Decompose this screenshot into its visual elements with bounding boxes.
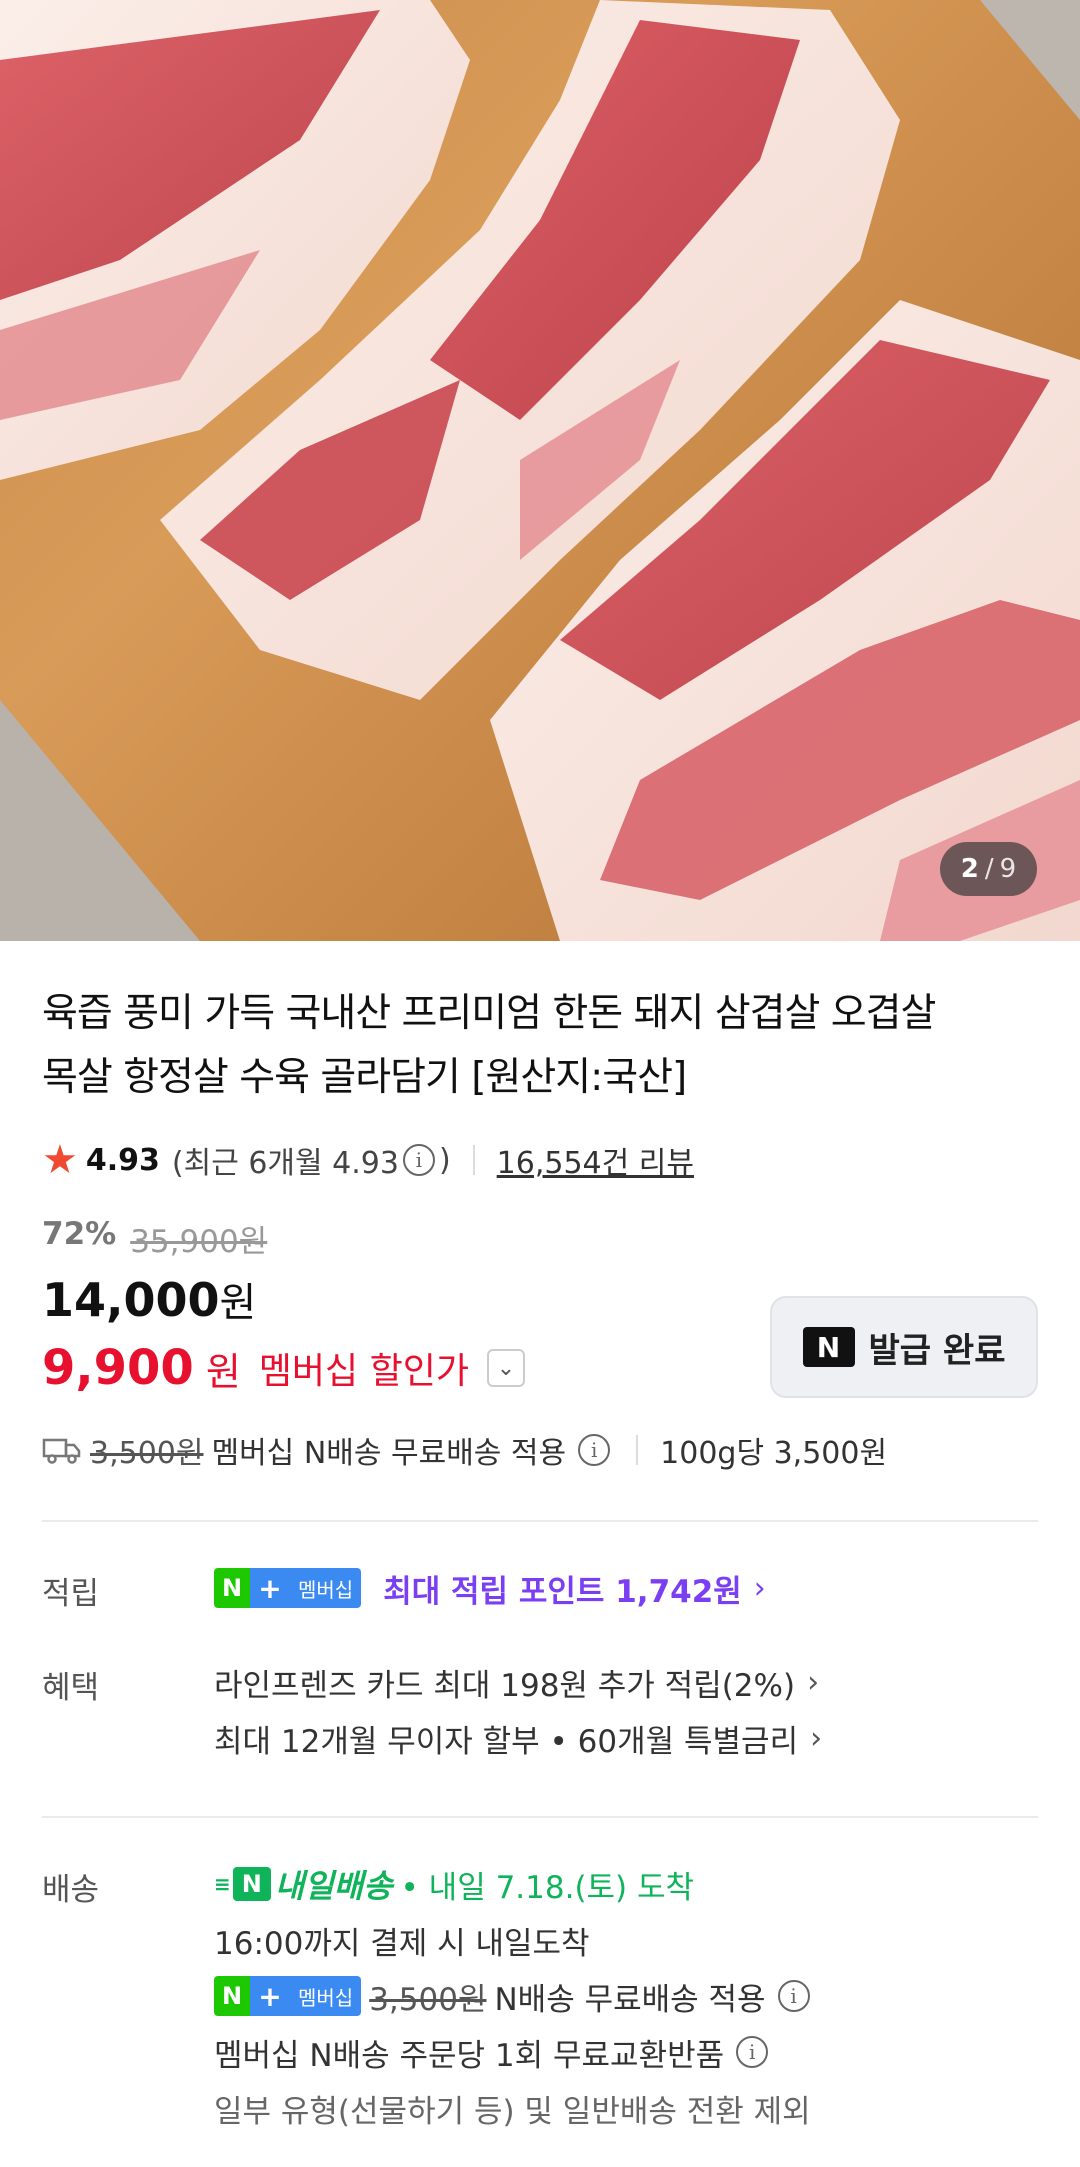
truck-icon <box>42 1438 81 1464</box>
benefit-installment[interactable]: 최대 12개월 무이자 할부 • 60개월 특별금리 › <box>214 1710 822 1766</box>
pork-belly-image <box>0 0 1080 941</box>
rating-row: ★ 4.93 (최근 6개월 4.93 i ) 16,554건 리뷰 <box>42 1137 694 1183</box>
delivery-label: 배송 <box>42 1872 100 1908</box>
discount-row: 72% 35,900원 <box>42 1216 267 1261</box>
member-price-unit: 원 <box>205 1349 241 1394</box>
product-title: 육즙 풍미 가득 국내산 프리미엄 한돈 돼지 삼겹살 오겹살 목살 항정살 수… <box>42 982 1042 1110</box>
max-points-text: 최대 적립 포인트 1,742원 <box>383 1573 742 1610</box>
section-divider <box>42 1816 1038 1818</box>
product-image-carousel[interactable]: 2 / 9 <box>0 0 1080 941</box>
chevron-right-icon: › <box>807 1664 820 1700</box>
membership-badge-text: 멤버십 <box>290 1976 362 2016</box>
sale-price: 14,000원 <box>42 1270 256 1328</box>
member-price-label: 멤버십 할인가 <box>258 1351 469 1392</box>
product-title-line2: 목살 항정살 수육 골라담기 [원산지:국산] <box>42 1055 687 1100</box>
delivery-cutoff: 16:00까지 결제 시 내일도착 <box>214 1925 590 1962</box>
naver-n-icon: N <box>214 1568 250 1608</box>
benefit-line1: 라인프렌즈 카드 최대 198원 추가 적립(2%) <box>214 1667 796 1704</box>
delivery-fee-text: N배송 무료배송 적용 <box>494 1981 766 2018</box>
delivery-info: ≡ N 내일배송 • 내일 7.18.(토) 도착 16:00까지 결제 시 내… <box>214 1856 814 2136</box>
member-price-amount: 9,900 <box>42 1340 194 1396</box>
chevron-down-icon[interactable]: ⌄ <box>486 1349 525 1387</box>
delivery-exclusion: 일부 유형(선물하기 등) 및 일반배송 전환 제외 <box>214 2093 811 2130</box>
image-counter-current: 2 <box>960 854 979 884</box>
coupon-issued-button[interactable]: N 발급 완료 <box>770 1296 1038 1398</box>
member-price-row[interactable]: 9,900 원 멤버십 할인가 ⌄ <box>42 1340 525 1396</box>
delivery-eta: • 내일 7.18.(토) 도착 <box>400 1869 695 1906</box>
chevron-right-icon: › <box>810 1720 823 1756</box>
section-divider <box>42 1520 1038 1522</box>
info-icon[interactable]: i <box>736 2036 769 2068</box>
shipping-summary: 3,500원 멤버십 N배송 무료배송 적용 i 100g당 3,500원 <box>42 1428 887 1472</box>
naver-n-icon: N <box>232 1867 271 1901</box>
membership-badge-text: 멤버십 <box>290 1568 362 1608</box>
plus-icon: + <box>250 1568 290 1608</box>
rating-recent-suffix: ) <box>438 1142 451 1178</box>
review-count-link[interactable]: 16,554건 리뷰 <box>497 1138 694 1182</box>
benefit-line2: 최대 12개월 무이자 할부 • 60개월 특별금리 <box>214 1723 799 1760</box>
benefit-card-points[interactable]: 라인프렌즈 카드 최대 198원 추가 적립(2%) › <box>214 1654 822 1710</box>
points-label: 적립 <box>42 1576 100 1612</box>
product-title-line1: 육즙 풍미 가득 국내산 프리미엄 한돈 돼지 삼겹살 오겹살 <box>42 991 936 1036</box>
tomorrow-delivery-logo: ≡ N 내일배송 <box>214 1861 393 1907</box>
points-row[interactable]: N + 멤버십 최대 적립 포인트 1,742원 › <box>214 1560 766 1616</box>
sale-price-unit: 원 <box>219 1280 257 1326</box>
coupon-button-label: 발급 완료 <box>868 1330 1006 1371</box>
info-icon[interactable]: i <box>777 1980 810 2012</box>
image-counter-total: 9 <box>999 854 1017 884</box>
naver-n-icon: N <box>802 1327 855 1367</box>
speed-lines-icon: ≡ <box>214 1872 231 1896</box>
divider <box>636 1435 639 1465</box>
naver-n-icon: N <box>214 1976 250 2016</box>
sale-price-amount: 14,000 <box>42 1273 220 1327</box>
plus-icon: + <box>250 1976 290 2016</box>
star-icon: ★ <box>42 1137 78 1183</box>
image-counter-separator: / <box>984 854 994 884</box>
membership-badge: N + 멤버십 <box>214 1976 362 2016</box>
rating-recent-prefix: (최근 6개월 4.93 <box>171 1146 399 1181</box>
discount-percent: 72% <box>42 1216 117 1252</box>
info-icon[interactable]: i <box>578 1434 611 1466</box>
image-counter: 2 / 9 <box>940 842 1037 896</box>
rating-score: 4.93 <box>85 1142 160 1178</box>
chevron-right-icon: › <box>753 1570 766 1606</box>
membership-badge: N + 멤버십 <box>214 1568 362 1608</box>
divider <box>472 1145 475 1175</box>
benefit-list: 라인프렌즈 카드 최대 198원 추가 적립(2%) › 최대 12개월 무이자… <box>214 1654 822 1766</box>
delivery-exchange: 멤버십 N배송 주문당 1회 무료교환반품 <box>214 2037 725 2074</box>
info-icon[interactable]: i <box>402 1144 435 1176</box>
original-price: 35,900원 <box>130 1224 268 1260</box>
delivery-original-fee: 3,500원 <box>369 1981 487 2018</box>
tomorrow-delivery-text: 내일배송 <box>274 1867 393 1905</box>
shipping-original-fee: 3,500원 <box>90 1436 204 1471</box>
unit-price: 100g당 3,500원 <box>660 1436 888 1471</box>
shipping-text: 멤버십 N배송 무료배송 적용 <box>211 1436 567 1471</box>
benefit-label: 혜택 <box>42 1670 100 1706</box>
